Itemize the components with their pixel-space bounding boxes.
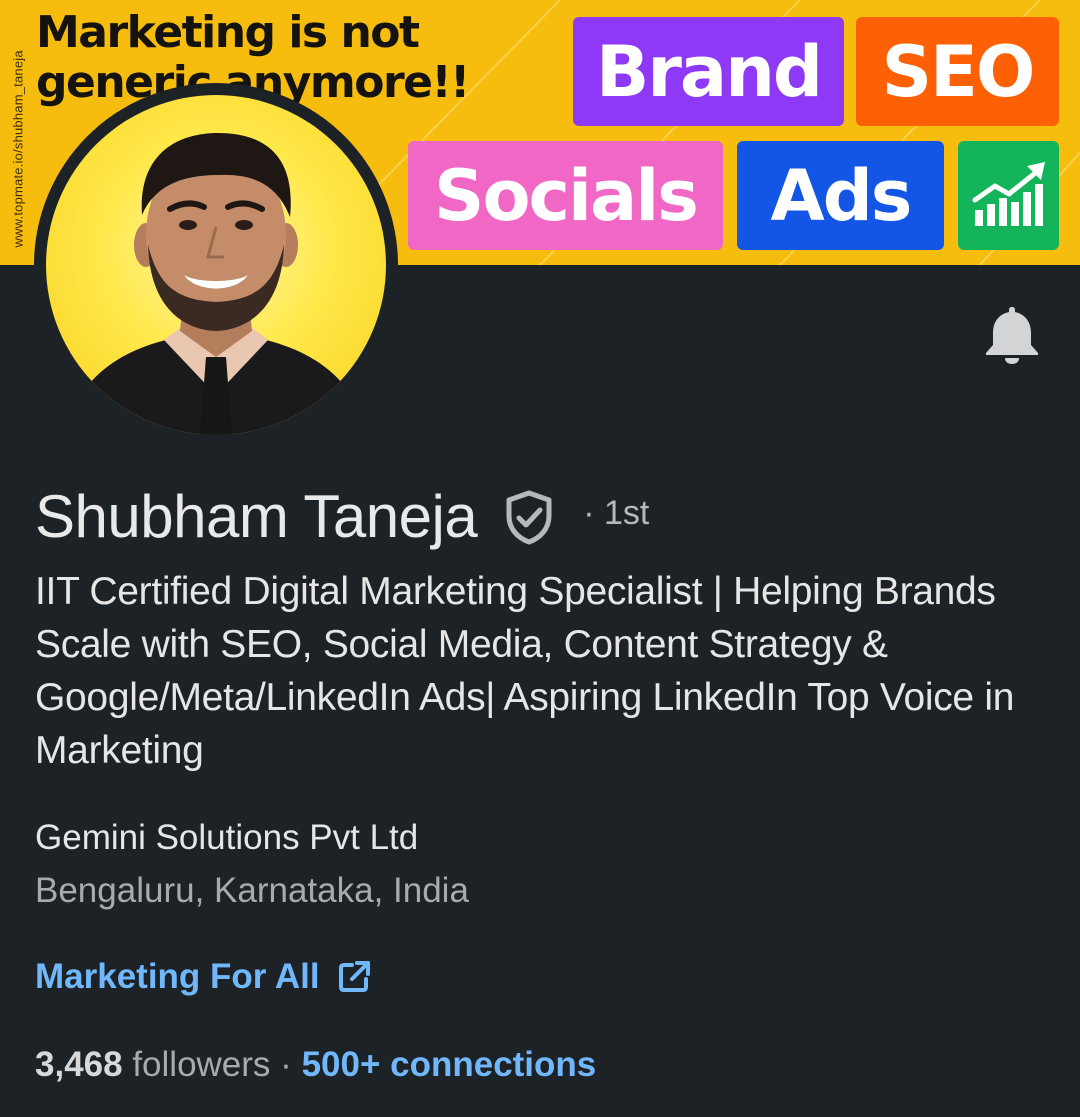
banner-tag-socials: Socials (408, 141, 723, 250)
profile-company[interactable]: Gemini Solutions Pvt Ltd (35, 818, 418, 858)
profile-avatar[interactable] (34, 83, 398, 447)
avatar-photo (46, 95, 386, 435)
profile-headline: IIT Certified Digital Marketing Speciali… (35, 570, 1015, 772)
banner-tag-chart (958, 141, 1059, 250)
profile-location: Bengaluru, Karnataka, India (35, 871, 469, 910)
banner-tag-brand: Brand (573, 17, 844, 126)
growth-chart-icon (972, 161, 1045, 226)
followers-label: followers (132, 1045, 271, 1084)
connection-degree: · 1st (583, 494, 650, 532)
external-link-icon (338, 961, 370, 992)
banner-headline-line1: Marketing is not (36, 7, 420, 58)
banner-tag-ads: Ads (737, 141, 944, 250)
profile-name: Shubham Taneja (35, 483, 478, 550)
website-link-label: Marketing For All (35, 957, 320, 996)
connections-link[interactable]: 500+ connections (302, 1045, 597, 1084)
person-portrait-icon (66, 133, 366, 435)
followers-count: 3,468 (35, 1045, 123, 1084)
bell-icon[interactable] (981, 303, 1043, 365)
stats-separator: · (280, 1045, 292, 1084)
profile-stats: 3,468 followers · 500+ connections (35, 1045, 596, 1085)
profile-name-row: Shubham Taneja · 1st (35, 482, 649, 551)
banner-tag-seo: SEO (856, 17, 1059, 126)
website-link[interactable]: Marketing For All (35, 957, 372, 997)
banner-side-url: www.topmate.io/shubham_taneja (10, 50, 26, 248)
verified-shield-icon[interactable] (501, 489, 557, 545)
